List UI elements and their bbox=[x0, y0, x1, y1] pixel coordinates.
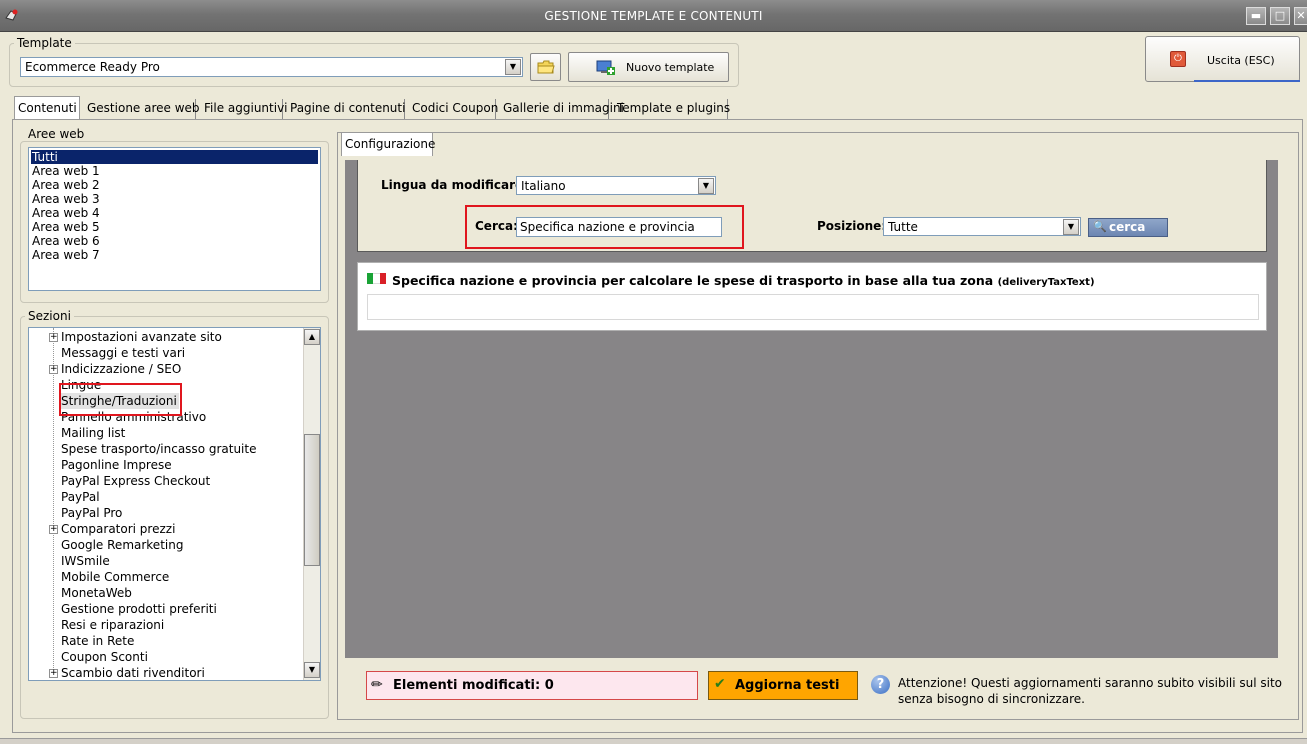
language-select-value: Italiano bbox=[521, 179, 566, 193]
tab-pagine-di-contenuti[interactable]: Pagine di contenuti bbox=[287, 99, 405, 119]
focus-underline bbox=[1194, 80, 1300, 82]
search-button[interactable]: 🔍 cerca bbox=[1088, 218, 1168, 237]
power-icon: ⏻ bbox=[1170, 51, 1186, 67]
tree-item[interactable]: IWSmile bbox=[61, 553, 110, 569]
expand-icon[interactable]: + bbox=[49, 365, 58, 374]
scroll-thumb[interactable] bbox=[304, 434, 320, 566]
list-item[interactable]: Area web 6 bbox=[31, 234, 100, 248]
tab-template-e-plugins[interactable]: Template e plugins bbox=[614, 99, 730, 119]
window-title: GESTIONE TEMPLATE E CONTENUTI bbox=[544, 9, 763, 23]
expand-icon[interactable]: + bbox=[49, 333, 58, 342]
list-item[interactable]: Area web 1 bbox=[31, 164, 100, 178]
pencil-icon: ✏ bbox=[371, 677, 383, 693]
result-key: (deliveryTaxText) bbox=[997, 277, 1095, 288]
expand-icon[interactable]: + bbox=[49, 525, 58, 534]
language-label: Lingua da modificare: bbox=[381, 178, 528, 192]
chevron-down-icon[interactable]: ▼ bbox=[698, 178, 714, 194]
position-label: Posizione: bbox=[817, 219, 887, 233]
highlight-box-sezione bbox=[59, 383, 182, 416]
add-template-icon bbox=[596, 60, 615, 75]
tree-item[interactable]: MonetaWeb bbox=[61, 585, 132, 601]
italy-flag-icon bbox=[367, 273, 386, 284]
tree-item[interactable]: Gestione prodotti preferiti bbox=[61, 601, 217, 617]
help-icon: ? bbox=[871, 675, 890, 694]
new-template-label: Nuovo template bbox=[626, 61, 715, 74]
tree-item[interactable]: Resi e riparazioni bbox=[61, 617, 164, 633]
status-strip bbox=[0, 738, 1307, 744]
exit-label: Uscita (ESC) bbox=[1207, 54, 1275, 67]
sezioni-tree[interactable]: + Impostazioni avanzate sito Messaggi e … bbox=[28, 327, 321, 681]
checkmark-icon: ✔ bbox=[714, 676, 726, 692]
search-button-label: cerca bbox=[1109, 220, 1146, 234]
scroll-down-icon[interactable]: ▼ bbox=[304, 662, 320, 678]
modified-box: ✏ Elementi modificati: 0 bbox=[366, 671, 698, 700]
list-item[interactable]: Area web 7 bbox=[31, 248, 100, 262]
folder-icon bbox=[537, 60, 555, 74]
tab-configurazione[interactable]: Configurazione bbox=[341, 132, 435, 156]
tab-contenuti[interactable]: Contenuti bbox=[14, 96, 80, 120]
tree-item[interactable]: Pagonline Imprese bbox=[61, 457, 172, 473]
result-text-main: Specifica nazione e provincia per calcol… bbox=[392, 273, 994, 288]
tree-item[interactable]: Indicizzazione / SEO bbox=[61, 361, 181, 377]
open-folder-button[interactable] bbox=[530, 53, 561, 81]
position-select[interactable]: Tutte ▼ bbox=[883, 217, 1081, 236]
list-item[interactable]: Area web 2 bbox=[31, 178, 100, 192]
tree-item[interactable]: Mailing list bbox=[61, 425, 125, 441]
update-button[interactable]: ✔ Aggiorna testi bbox=[708, 671, 858, 700]
result-text: Specifica nazione e provincia per calcol… bbox=[392, 273, 1095, 288]
tree-item[interactable]: Mobile Commerce bbox=[61, 569, 169, 585]
notice-text: Attenzione! Questi aggiornamenti saranno… bbox=[898, 676, 1283, 706]
list-item[interactable]: Area web 4 bbox=[31, 206, 100, 220]
tree-item[interactable]: Messaggi e testi vari bbox=[61, 345, 185, 361]
close-button[interactable]: ✕ bbox=[1294, 7, 1307, 25]
position-select-value: Tutte bbox=[888, 220, 918, 234]
update-button-label: Aggiorna testi bbox=[735, 678, 840, 693]
maximize-button[interactable]: □ bbox=[1270, 7, 1290, 25]
tree-item[interactable]: Spese trasporto/incasso gratuite bbox=[61, 441, 256, 457]
new-template-button[interactable]: Nuovo template bbox=[568, 52, 729, 82]
tab-codici-coupon[interactable]: Codici Coupon bbox=[409, 99, 498, 119]
template-select-value: Ecommerce Ready Pro bbox=[25, 60, 160, 74]
tree-item[interactable]: PayPal bbox=[61, 489, 100, 505]
magnifier-icon: 🔍 bbox=[1093, 220, 1107, 233]
chevron-down-icon[interactable]: ▼ bbox=[1063, 219, 1079, 235]
aree-web-list[interactable]: Tutti Area web 1 Area web 2 Area web 3 A… bbox=[28, 147, 321, 291]
tree-item[interactable]: Coupon Sconti bbox=[61, 649, 148, 665]
tab-gestione-aree-web[interactable]: Gestione aree web bbox=[84, 99, 200, 119]
tree-item[interactable]: Scambio dati rivenditori bbox=[61, 665, 205, 680]
minimize-button[interactable]: ▬ bbox=[1246, 7, 1266, 25]
chevron-down-icon[interactable]: ▼ bbox=[505, 59, 521, 75]
tree-item[interactable]: Impostazioni avanzate sito bbox=[61, 329, 222, 345]
highlight-box-search bbox=[465, 205, 744, 249]
aree-web-label: Aree web bbox=[25, 127, 88, 141]
translation-input[interactable] bbox=[367, 294, 1259, 320]
list-item[interactable]: Area web 3 bbox=[31, 192, 100, 206]
modified-label: Elementi modificati: 0 bbox=[393, 678, 554, 693]
tree-item[interactable]: Rate in Rete bbox=[61, 633, 134, 649]
tree-item[interactable]: Comparatori prezzi bbox=[61, 521, 175, 537]
exit-button[interactable]: ⏻ Uscita (ESC) bbox=[1145, 36, 1300, 82]
tree-item[interactable]: PayPal Pro bbox=[61, 505, 122, 521]
list-item[interactable]: Area web 5 bbox=[31, 220, 100, 234]
tab-gallerie-di-immagini[interactable]: Gallerie di immagini bbox=[500, 99, 624, 119]
sezioni-label: Sezioni bbox=[25, 309, 74, 323]
tree-item[interactable]: Google Remarketing bbox=[61, 537, 183, 553]
tree-item[interactable]: PayPal Express Checkout bbox=[61, 473, 210, 489]
title-bar: GESTIONE TEMPLATE E CONTENUTI ▬ □ ✕ bbox=[0, 0, 1307, 32]
language-select[interactable]: Italiano ▼ bbox=[516, 176, 716, 195]
list-item[interactable]: Tutti bbox=[31, 150, 318, 164]
tab-file-aggiuntivi[interactable]: File aggiuntivi bbox=[201, 99, 288, 119]
template-select[interactable]: Ecommerce Ready Pro ▼ bbox=[20, 57, 523, 77]
expand-icon[interactable]: + bbox=[49, 669, 58, 678]
sezioni-scrollbar[interactable]: ▲ ▼ bbox=[303, 328, 320, 680]
scroll-up-icon[interactable]: ▲ bbox=[304, 329, 320, 345]
template-group-label: Template bbox=[14, 36, 75, 50]
